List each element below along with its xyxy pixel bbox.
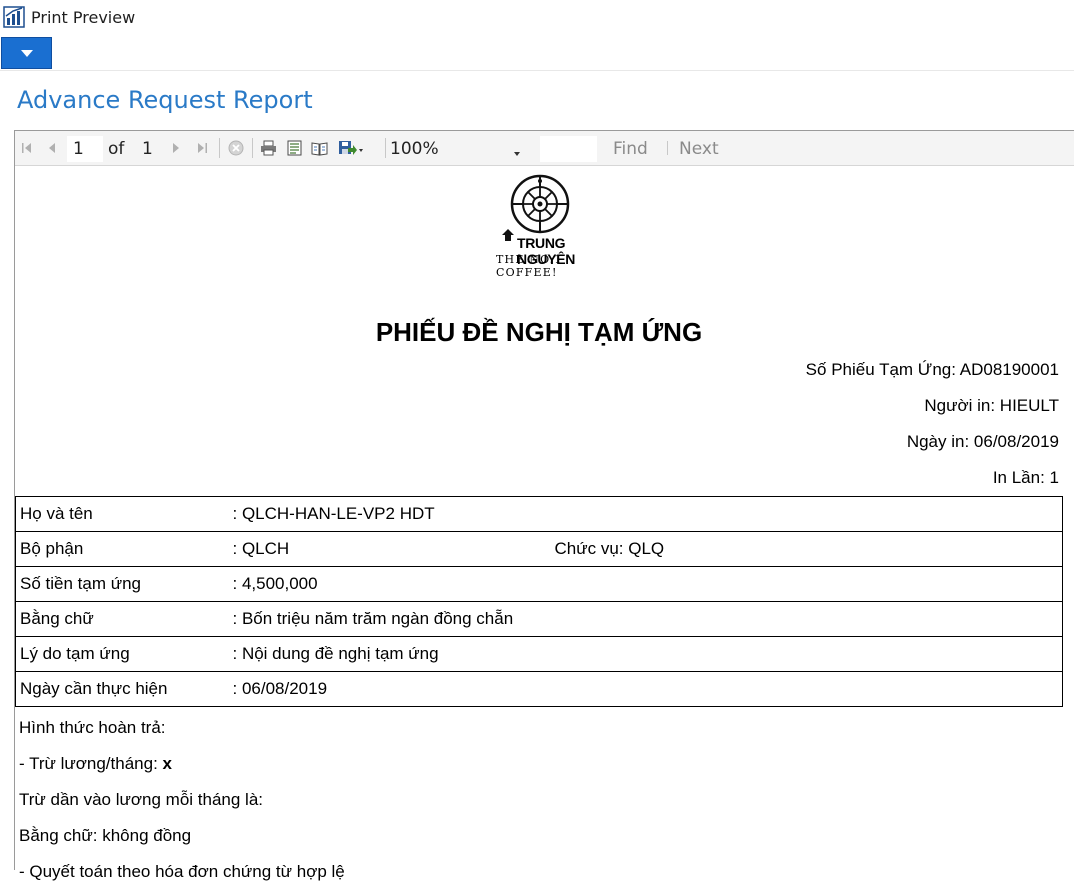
table-row: Bộ phận : QLCH Chức vụ: QLQ [15,531,1063,567]
dropdown-arrow-icon [513,142,521,161]
toolbar-separator [219,138,220,158]
row-label: Họ và tên [15,496,229,532]
row-label: Lý do tạm ứng [15,636,229,672]
toolbar-separator [385,138,386,158]
row-extra [550,496,1063,532]
table-row: Số tiền tạm ứng : 4,500,000 [15,566,1063,602]
report-toolbar: of 1 100% Find [15,131,1074,166]
last-page-icon[interactable] [195,139,209,157]
row-label: Số tiền tạm ứng [15,566,229,602]
row-extra [550,601,1063,637]
total-pages: 1 [142,139,153,159]
ribbon-expand-button[interactable] [1,37,52,69]
export-icon[interactable] [337,139,365,157]
salary-deduct-line: - Trừ lương/tháng: x [19,754,172,774]
row-label: Bằng chữ [15,601,229,637]
printed-by: Người in: HIEULT [924,396,1059,415]
print-count: In Lần: 1 [992,468,1059,487]
print-layout-icon[interactable] [285,139,303,157]
table-row: Lý do tạm ứng : Nội dung đề nghị tạm ứng [15,636,1063,672]
row-value: : QLCH [228,531,551,567]
first-page-icon[interactable] [20,139,34,157]
current-page-input[interactable] [67,136,103,162]
find-input[interactable] [540,136,597,162]
row-extra [550,566,1063,602]
row-value: : 4,500,000 [228,566,551,602]
row-label: Ngày cần thực hiện [15,671,229,707]
table-row: Bằng chữ : Bốn triệu năm trăm ngàn đồng … [15,601,1063,637]
report-app-icon [3,6,25,28]
toolbar-separator [252,138,253,158]
chevron-down-icon [20,49,34,58]
print-date: Ngày in: 06/08/2019 [906,432,1059,451]
salary-deduct-label: - Trừ lương/tháng: [19,754,163,773]
next-page-icon[interactable] [169,139,183,157]
document-title: PHIẾU ĐỀ NGHỊ TẠM ỨNG [375,317,703,347]
in-words-line: Bằng chữ: không đồng [19,826,192,845]
salary-deduct-mark: x [162,754,172,773]
row-value: : 06/08/2019 [228,671,551,707]
page-setup-icon[interactable] [310,139,328,157]
stop-icon[interactable] [227,139,245,157]
zoom-value: 100% [390,139,439,159]
row-extra [550,671,1063,707]
next-button[interactable]: Next [679,139,719,159]
row-value: : QLCH-HAN-LE-VP2 HDT [228,496,551,532]
trung-nguyen-logo: TRUNG NGUYÊN THE NO.1 COFFEE! [475,171,609,279]
report-viewer: of 1 100% Find [14,130,1074,881]
of-label: of [108,139,125,159]
voucher-number: Số Phiếu Tạm Ứng: AD08190001 [805,360,1059,379]
table-row: Họ và tên : QLCH-HAN-LE-VP2 HDT [15,496,1063,532]
zoom-select[interactable]: 100% [387,136,523,162]
repayment-heading: Hình thức hoàn trả: [19,718,166,737]
row-value: : Bốn triệu năm trăm ngàn đồng chẵn [228,601,551,637]
print-icon[interactable] [259,139,277,157]
row-extra: Chức vụ: QLQ [550,531,1063,567]
report-page: TRUNG NGUYÊN THE NO.1 COFFEE! PHIẾU ĐỀ N… [15,167,1074,881]
row-extra [550,636,1063,672]
page-heading: Advance Request Report [17,86,313,114]
table-row: Ngày cần thực hiện : 06/08/2019 [15,671,1063,707]
monthly-deduct-line: Trừ dần vào lương mỗi tháng là: [19,790,264,809]
divider [0,70,1074,71]
find-button[interactable]: Find [613,139,648,159]
row-value: : Nội dung đề nghị tạm ứng [228,636,551,672]
brand-slogan: THE NO.1 COFFEE! [496,253,563,279]
settlement-line: - Quyết toán theo hóa đơn chứng từ hợp l… [19,862,345,881]
row-label: Bộ phận [15,531,229,567]
previous-page-icon[interactable] [45,139,59,157]
toolbar-separator [667,141,668,155]
advance-info-table: Họ và tên : QLCH-HAN-LE-VP2 HDT Bộ phận … [15,496,1063,707]
window-title: Print Preview [31,8,136,27]
title-bar: Print Preview [0,0,1074,36]
